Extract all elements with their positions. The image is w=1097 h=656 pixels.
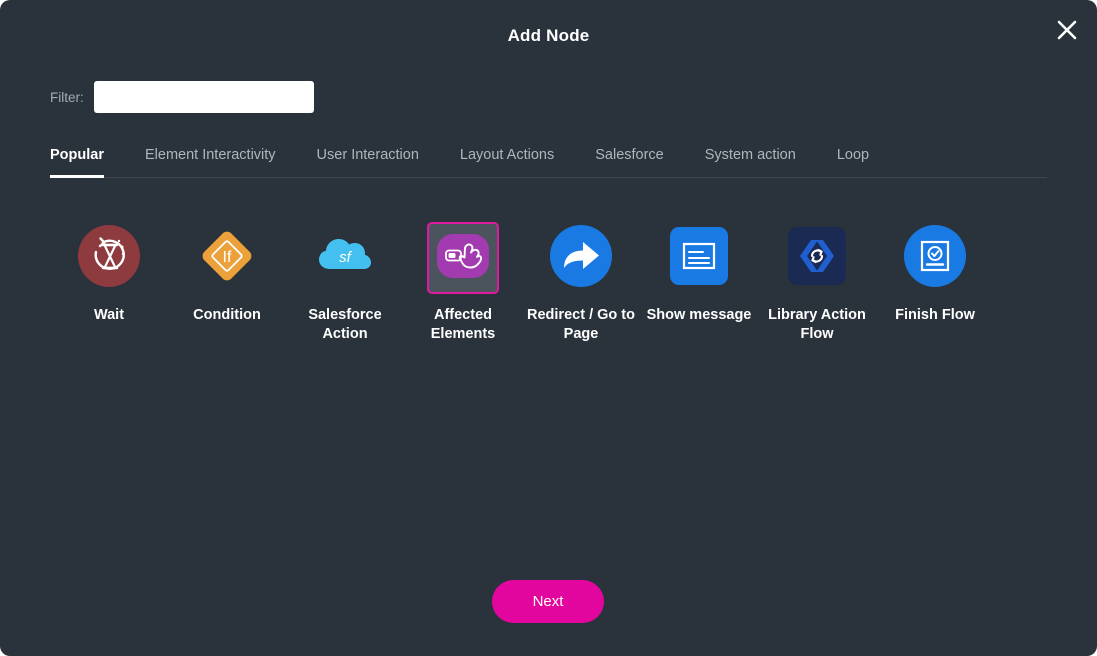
tab-user-interaction[interactable]: User Interaction <box>317 147 419 178</box>
node-label: Wait <box>93 307 125 323</box>
tab-loop[interactable]: Loop <box>837 147 869 178</box>
node-icon-container <box>899 222 971 294</box>
node-library-action-flow[interactable]: Library Action Flow <box>758 222 876 344</box>
tab-popular[interactable]: Popular <box>50 147 104 178</box>
node-label: Finish Flow <box>895 307 975 323</box>
node-icon-container <box>73 222 145 294</box>
filter-label: Filter: <box>50 89 84 105</box>
if-diamond-icon: If <box>196 225 258 292</box>
add-node-dialog: Add Node Filter: Popular Element Interac… <box>0 0 1097 656</box>
close-icon[interactable] <box>1050 13 1084 47</box>
node-label: Condition <box>193 307 261 323</box>
node-show-message[interactable]: Show message <box>640 222 758 325</box>
node-wait[interactable]: Wait <box>50 222 168 325</box>
code-refresh-icon <box>788 226 846 290</box>
hand-pointer-icon <box>435 228 491 289</box>
redirect-arrow-icon <box>550 224 612 292</box>
node-condition[interactable]: If Condition <box>168 222 286 325</box>
filter-input[interactable] <box>93 81 314 113</box>
salesforce-cloud-icon: sf <box>314 225 376 292</box>
node-label: Salesforce Action <box>308 307 382 342</box>
tab-layout-actions[interactable]: Layout Actions <box>460 147 554 178</box>
node-icon-container <box>545 222 617 294</box>
node-label: Redirect / Go to Page <box>527 307 635 342</box>
filter-row: Filter: <box>50 81 314 113</box>
node-icon-container: If <box>191 222 263 294</box>
checkmark-document-icon <box>904 224 966 292</box>
page-title: Add Node <box>507 26 590 45</box>
node-label: Library Action Flow <box>768 307 866 342</box>
node-icon-container <box>781 222 853 294</box>
node-label: Show message <box>646 307 752 323</box>
svg-text:If: If <box>223 249 232 266</box>
node-salesforce-action[interactable]: sf Salesforce Action <box>286 222 404 344</box>
tab-salesforce[interactable]: Salesforce <box>595 147 664 178</box>
node-grid: Wait If Condition sf Salesforce Action A… <box>50 222 1050 344</box>
tab-bar: Popular Element Interactivity User Inter… <box>50 147 1047 178</box>
svg-text:sf: sf <box>339 249 353 266</box>
next-button[interactable]: Next <box>492 580 604 623</box>
node-icon-container-selected <box>427 222 499 294</box>
node-icon-container: sf <box>309 222 381 294</box>
node-affected-elements[interactable]: Affected Elements <box>404 222 522 344</box>
tab-system-action[interactable]: System action <box>705 147 796 178</box>
node-finish-flow[interactable]: Finish Flow <box>876 222 994 325</box>
hourglass-timer-icon <box>78 224 140 292</box>
node-redirect-go-to-page[interactable]: Redirect / Go to Page <box>522 222 640 344</box>
message-window-icon <box>670 226 728 290</box>
tab-element-interactivity[interactable]: Element Interactivity <box>145 147 276 178</box>
node-icon-container <box>663 222 735 294</box>
node-label: Affected Elements <box>430 307 496 342</box>
